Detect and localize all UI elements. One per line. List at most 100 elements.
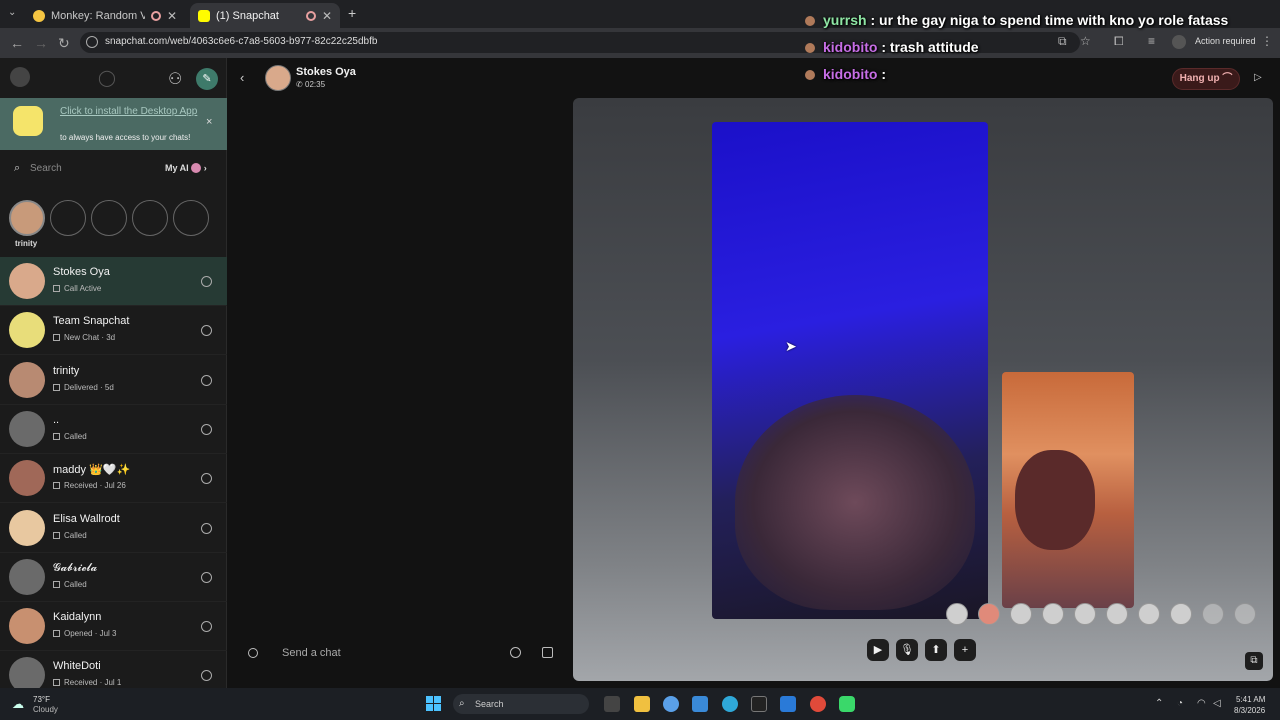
chat-list-item[interactable]: Team Snapchat New Chat · 3d — [0, 306, 227, 356]
tab-monkey[interactable]: Monkey: Random Video Ch ✕ — [25, 3, 185, 28]
toggle-mic-button[interactable]: 🎙 — [896, 639, 918, 661]
wifi-icon[interactable]: ◠ — [1197, 698, 1206, 709]
site-info-icon[interactable] — [86, 36, 98, 48]
chat-status-text: Call Active — [64, 284, 102, 293]
user-bitmoji-avatar[interactable] — [10, 67, 30, 87]
back-arrow-icon[interactable]: ← — [10, 35, 24, 51]
chat-message-text: : ur the gay niga to spend time with kno… — [870, 12, 1229, 28]
lens-option[interactable] — [1074, 603, 1096, 625]
outlook-icon[interactable] — [692, 696, 708, 712]
camera-reply-icon[interactable] — [201, 670, 212, 682]
camera-reply-icon[interactable] — [201, 423, 212, 435]
caller-avatar[interactable] — [265, 65, 291, 91]
chat-list-item[interactable]: Stokes Oya Call Active — [0, 257, 227, 306]
chat-list-item[interactable]: Kaidalynn Opened · Jul 3 — [0, 602, 227, 652]
collapse-chevron-icon[interactable]: ‹ — [240, 70, 244, 85]
forward-arrow-icon[interactable]: → — [34, 35, 48, 51]
install-link[interactable]: Click to install the Desktop App — [60, 106, 200, 118]
clock-date[interactable]: 8/3/2026 — [1234, 706, 1265, 715]
windows-start-icon[interactable] — [426, 696, 442, 712]
chat-message-text: : — [881, 66, 886, 82]
new-chat-button[interactable]: ✎ — [196, 68, 218, 90]
action-required-button[interactable]: Action required — [1195, 36, 1256, 46]
lens-option[interactable] — [1234, 603, 1256, 625]
extensions-icon[interactable]: ⧠ — [1114, 34, 1124, 49]
chat-list-item[interactable]: 𝓖𝓪𝓫𝓻𝓲𝓮𝓵𝓪 Called — [0, 553, 227, 602]
camera-reply-icon[interactable] — [201, 276, 212, 287]
close-banner-button[interactable]: × — [206, 116, 212, 128]
browser-menu-icon[interactable]: ⋮ — [1261, 34, 1273, 48]
store-icon[interactable] — [780, 696, 796, 712]
taskbar-search-box[interactable] — [453, 694, 589, 714]
copilot-icon[interactable] — [663, 696, 679, 712]
status-icon — [53, 482, 60, 490]
recording-icon — [305, 10, 316, 21]
camera-reply-icon[interactable] — [201, 473, 212, 485]
chat-list-item[interactable]: Elisa Wallrodt Called — [0, 504, 227, 553]
chatter-name: kidobito — [823, 66, 878, 82]
add-friend-icon[interactable]: ⚇ — [168, 69, 182, 89]
tray-chevron-icon[interactable]: ⌃ — [1155, 698, 1163, 709]
lens-option[interactable] — [978, 603, 1000, 625]
chat-list-item[interactable]: .. Called — [0, 405, 227, 454]
toggle-video-button[interactable]: ▶ — [867, 639, 889, 661]
send-chat-input[interactable]: Send a chat — [282, 647, 341, 659]
reload-icon[interactable]: ↻ — [58, 35, 70, 52]
avatar — [9, 410, 45, 447]
pop-out-icon[interactable]: ⧉ — [1245, 652, 1263, 670]
volume-icon[interactable]: ◁ — [1213, 698, 1221, 709]
camera-reply-icon[interactable] — [201, 374, 212, 386]
close-tab-icon[interactable]: ✕ — [322, 9, 332, 23]
edge-icon[interactable] — [722, 696, 738, 712]
close-tab-icon[interactable]: ✕ — [167, 9, 177, 23]
chat-status-text: Called — [64, 530, 87, 540]
lens-option[interactable] — [1138, 603, 1160, 625]
self-video-person — [1015, 450, 1095, 550]
new-tab-button[interactable]: + — [348, 5, 356, 21]
add-participant-button[interactable]: + — [954, 639, 976, 661]
attach-media-icon[interactable] — [542, 647, 553, 658]
clock-time[interactable]: 5:41 AM — [1236, 695, 1265, 704]
file-explorer-icon[interactable] — [634, 696, 650, 712]
caller-name[interactable]: Stokes Oya — [296, 66, 356, 78]
emoji-icon[interactable] — [510, 647, 521, 658]
weather-temperature[interactable]: 73°F — [33, 695, 50, 704]
hang-up-button[interactable]: Hang up ⌒ — [1172, 68, 1240, 90]
lens-option[interactable] — [946, 603, 968, 625]
install-desktop-banner[interactable]: Click to install the Desktop App to alwa… — [0, 98, 227, 150]
network-icon[interactable]: ◔ — [1177, 698, 1183, 709]
epic-games-icon[interactable] — [751, 696, 767, 712]
camera-icon[interactable] — [248, 648, 258, 658]
chat-status: Opened · Jul 3 — [53, 629, 116, 638]
status-icon — [53, 679, 60, 687]
camera-reply-icon[interactable] — [201, 325, 212, 337]
chat-list-item[interactable]: trinity Delivered · 5d — [0, 356, 227, 405]
expand-panel-icon[interactable]: ▷ — [1254, 72, 1262, 83]
chrome-icon[interactable] — [810, 696, 826, 712]
story-bubble[interactable] — [9, 200, 45, 236]
camera-reply-icon[interactable] — [201, 571, 212, 583]
lens-option[interactable] — [1170, 603, 1192, 625]
lens-option[interactable] — [1010, 603, 1032, 625]
bookmark-star-icon[interactable]: ☆ — [1080, 34, 1091, 48]
avatar — [9, 558, 45, 595]
tab-snapchat[interactable]: (1) Snapchat ✕ — [190, 3, 340, 28]
my-ai-button[interactable]: My AI › — [165, 163, 207, 173]
lens-option[interactable] — [1106, 603, 1128, 625]
profile-avatar[interactable] — [1172, 35, 1186, 49]
task-view-icon[interactable] — [604, 696, 620, 712]
status-icon — [53, 383, 60, 391]
my-ai-label: My AI — [165, 163, 189, 173]
story-bubble-empty — [173, 200, 209, 236]
lens-option[interactable] — [1042, 603, 1064, 625]
camera-reply-icon[interactable] — [201, 522, 212, 534]
tab-search-chevron-icon[interactable]: ⌄ — [8, 7, 16, 18]
chat-list-item[interactable]: maddy 👑🤍✨ Received · Jul 26 — [0, 454, 227, 504]
lens-option[interactable] — [1202, 603, 1224, 625]
share-screen-button[interactable]: ⬆ — [925, 639, 947, 661]
app-icon[interactable] — [839, 696, 855, 712]
tab-search-icon[interactable]: ≡ — [1148, 34, 1155, 48]
camera-reply-icon[interactable] — [201, 621, 212, 633]
install-app-icon[interactable]: ⧉ — [1058, 34, 1067, 49]
chat-status-text: Opened · Jul 3 — [64, 629, 117, 639]
